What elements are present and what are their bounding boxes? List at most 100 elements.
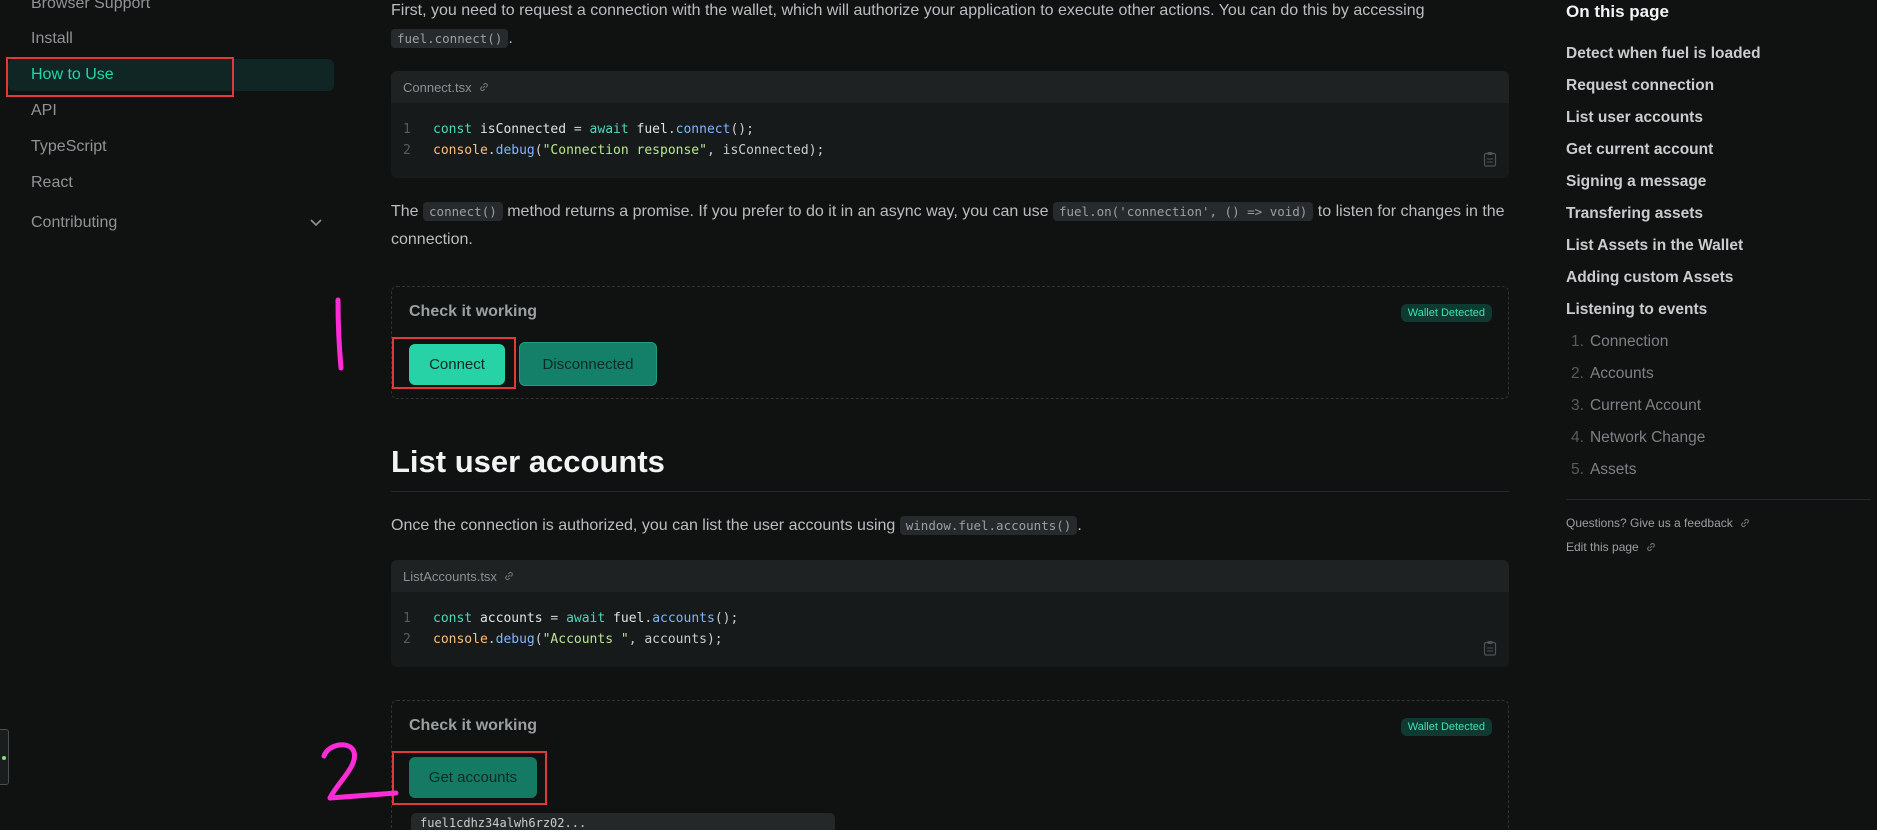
- accounts-end: .: [1077, 517, 1082, 534]
- section-title: List user accounts: [391, 444, 665, 479]
- code-block-connect: Connect.tsx 1 const isConnected = await f…: [391, 71, 1509, 178]
- link-icon: [1646, 542, 1655, 552]
- scroll-handle[interactable]: [0, 729, 9, 785]
- code-token: console: [433, 143, 488, 158]
- code-line: 2 console.debug("Connection response", is…: [403, 140, 1497, 161]
- link-icon[interactable]: [503, 570, 515, 582]
- code-token: await: [566, 611, 606, 626]
- disconnected-button[interactable]: Disconnected: [519, 342, 657, 386]
- code-token: console: [433, 632, 488, 647]
- edit-page-link[interactable]: Edit this page: [1566, 540, 1657, 554]
- code-body: 1 const accounts = await fuel.accounts();…: [391, 592, 1509, 666]
- toc-heading: On this page: [1566, 2, 1669, 21]
- clipboard-icon[interactable]: [1483, 151, 1497, 167]
- code-token: const: [433, 611, 473, 626]
- toc-subitem-assets[interactable]: 5. Assets: [1571, 461, 1636, 479]
- code-block-header: Connect.tsx: [391, 71, 1509, 103]
- clipboard-icon[interactable]: [1483, 640, 1497, 656]
- code-body: 1 const isConnected = await fuel.connect(…: [391, 103, 1509, 177]
- status-badge: Wallet Detected: [1400, 718, 1492, 736]
- toc-subitem-number: 5.: [1571, 461, 1584, 478]
- sidebar-item-install[interactable]: Install: [31, 29, 73, 49]
- code-token: const: [433, 122, 473, 137]
- link-icon: [1740, 518, 1749, 528]
- code-line: 1 const isConnected = await fuel.connect(…: [403, 119, 1497, 140]
- demo-title: Check it working: [409, 717, 538, 734]
- toc-subitem-number: 2.: [1571, 365, 1584, 382]
- toc-subitem-network-change[interactable]: 4. Network Change: [1571, 429, 1705, 447]
- highlight-box-connect: [392, 337, 516, 389]
- toc-subitem-connection[interactable]: 1. Connection: [1571, 333, 1668, 351]
- highlight-box-get-accounts: [392, 751, 547, 805]
- code-token: ();: [714, 611, 739, 626]
- toc-item-transfering-assets[interactable]: Transfering assets: [1566, 205, 1703, 223]
- toc-subitem-label: Network Change: [1589, 429, 1706, 446]
- feedback-link[interactable]: Questions? Give us a feedback: [1566, 516, 1751, 530]
- toc-item-listening-events[interactable]: Listening to events: [1566, 301, 1707, 319]
- code-token: , accounts);: [628, 632, 723, 647]
- toc-subitem-accounts[interactable]: 2. Accounts: [1571, 365, 1654, 383]
- toc-item-list-assets[interactable]: List Assets in the Wallet: [1566, 237, 1743, 255]
- code-token: =: [550, 611, 559, 626]
- link-icon[interactable]: [478, 81, 490, 93]
- demo-title: Check it working: [409, 303, 538, 320]
- promise-text: method returns a promise. If you prefer …: [507, 203, 1049, 220]
- toc-item-request-connection[interactable]: Request connection: [1566, 77, 1714, 95]
- toc-item-detect-fuel[interactable]: Detect when fuel is loaded: [1566, 45, 1761, 63]
- accounts-paragraph: Once the connection is authorized, you c…: [391, 512, 1511, 540]
- toc-item-signing-message[interactable]: Signing a message: [1566, 173, 1706, 191]
- chevron-down-icon[interactable]: [308, 214, 324, 230]
- promise-text: The: [391, 203, 419, 220]
- code-block-list-accounts: ListAccounts.tsx 1 const accounts = await…: [391, 560, 1509, 667]
- code-token: debug: [495, 143, 535, 158]
- toc-subitem-label: Connection: [1589, 333, 1669, 350]
- sidebar-item-react[interactable]: React: [31, 173, 73, 193]
- toc-item-list-user-accounts[interactable]: List user accounts: [1566, 109, 1703, 127]
- intro-end: .: [508, 30, 513, 47]
- code-line: 1 const accounts = await fuel.accounts();: [403, 608, 1497, 629]
- toc-subitem-current-account[interactable]: 3. Current Account: [1571, 397, 1701, 415]
- sidebar-item-typescript[interactable]: TypeScript: [31, 137, 107, 157]
- toc-item-adding-custom-assets[interactable]: Adding custom Assets: [1566, 269, 1733, 287]
- status-dot-icon: [2, 756, 6, 760]
- edit-page-label: Edit this page: [1566, 540, 1639, 554]
- code-token: =: [573, 122, 582, 137]
- code-token: "Connection response": [542, 143, 707, 158]
- status-badge: Wallet Detected: [1400, 304, 1492, 322]
- inline-code-connect: connect(): [423, 202, 503, 221]
- toc-subitem-label: Assets: [1589, 461, 1637, 478]
- toc-subitem-label: Accounts: [1589, 365, 1654, 382]
- sidebar: Browser Support Install How to Use API T…: [0, 0, 345, 830]
- demo-panel-connect: Check it working Wallet Detected Connect…: [391, 286, 1509, 399]
- sidebar-item-contributing[interactable]: Contributing: [31, 213, 117, 233]
- toc-subitem-number: 1.: [1571, 333, 1584, 350]
- code-token: connect: [675, 122, 731, 137]
- line-number: 2: [403, 632, 411, 647]
- sidebar-item-browser-support[interactable]: Browser Support: [31, 0, 150, 14]
- divider: [391, 491, 1509, 492]
- toc-subitem-number: 4.: [1571, 429, 1584, 446]
- toc-subitem-number: 3.: [1571, 397, 1584, 414]
- sidebar-item-api[interactable]: API: [31, 101, 57, 121]
- promise-paragraph: The connect() method returns a promise. …: [391, 198, 1511, 254]
- highlight-box-how-to-use: [6, 57, 234, 97]
- accounts-text: Once the connection is authorized, you c…: [391, 517, 896, 534]
- demo-panel-accounts: Check it working Wallet Detected Get acc…: [391, 700, 1509, 830]
- main-content: First, you need to request a connection …: [391, 0, 1511, 830]
- toc-item-get-current-account[interactable]: Get current account: [1566, 141, 1713, 159]
- account-address: fuel1cdhz34alwh6rz02...: [411, 813, 835, 830]
- code-line: 2 console.debug("Accounts ", accounts);: [403, 629, 1497, 650]
- code-token: ();: [730, 122, 754, 137]
- code-block-header: ListAccounts.tsx: [391, 560, 1509, 592]
- code-token: , isConnected);: [706, 143, 825, 158]
- code-token: await: [589, 122, 629, 137]
- intro-text: First, you need to request a connection …: [391, 2, 1425, 19]
- feedback-label: Questions? Give us a feedback: [1566, 516, 1733, 530]
- code-token: fuel: [636, 122, 668, 137]
- intro-paragraph: First, you need to request a connection …: [391, 0, 1511, 53]
- line-number: 1: [403, 611, 411, 626]
- inline-code-window-fuel-accounts: window.fuel.accounts(): [899, 516, 1078, 535]
- inline-code-fuel-on: fuel.on('connection', () => void): [1052, 202, 1314, 221]
- code-token: "Accounts ": [542, 632, 629, 647]
- code-token: accounts: [479, 611, 543, 626]
